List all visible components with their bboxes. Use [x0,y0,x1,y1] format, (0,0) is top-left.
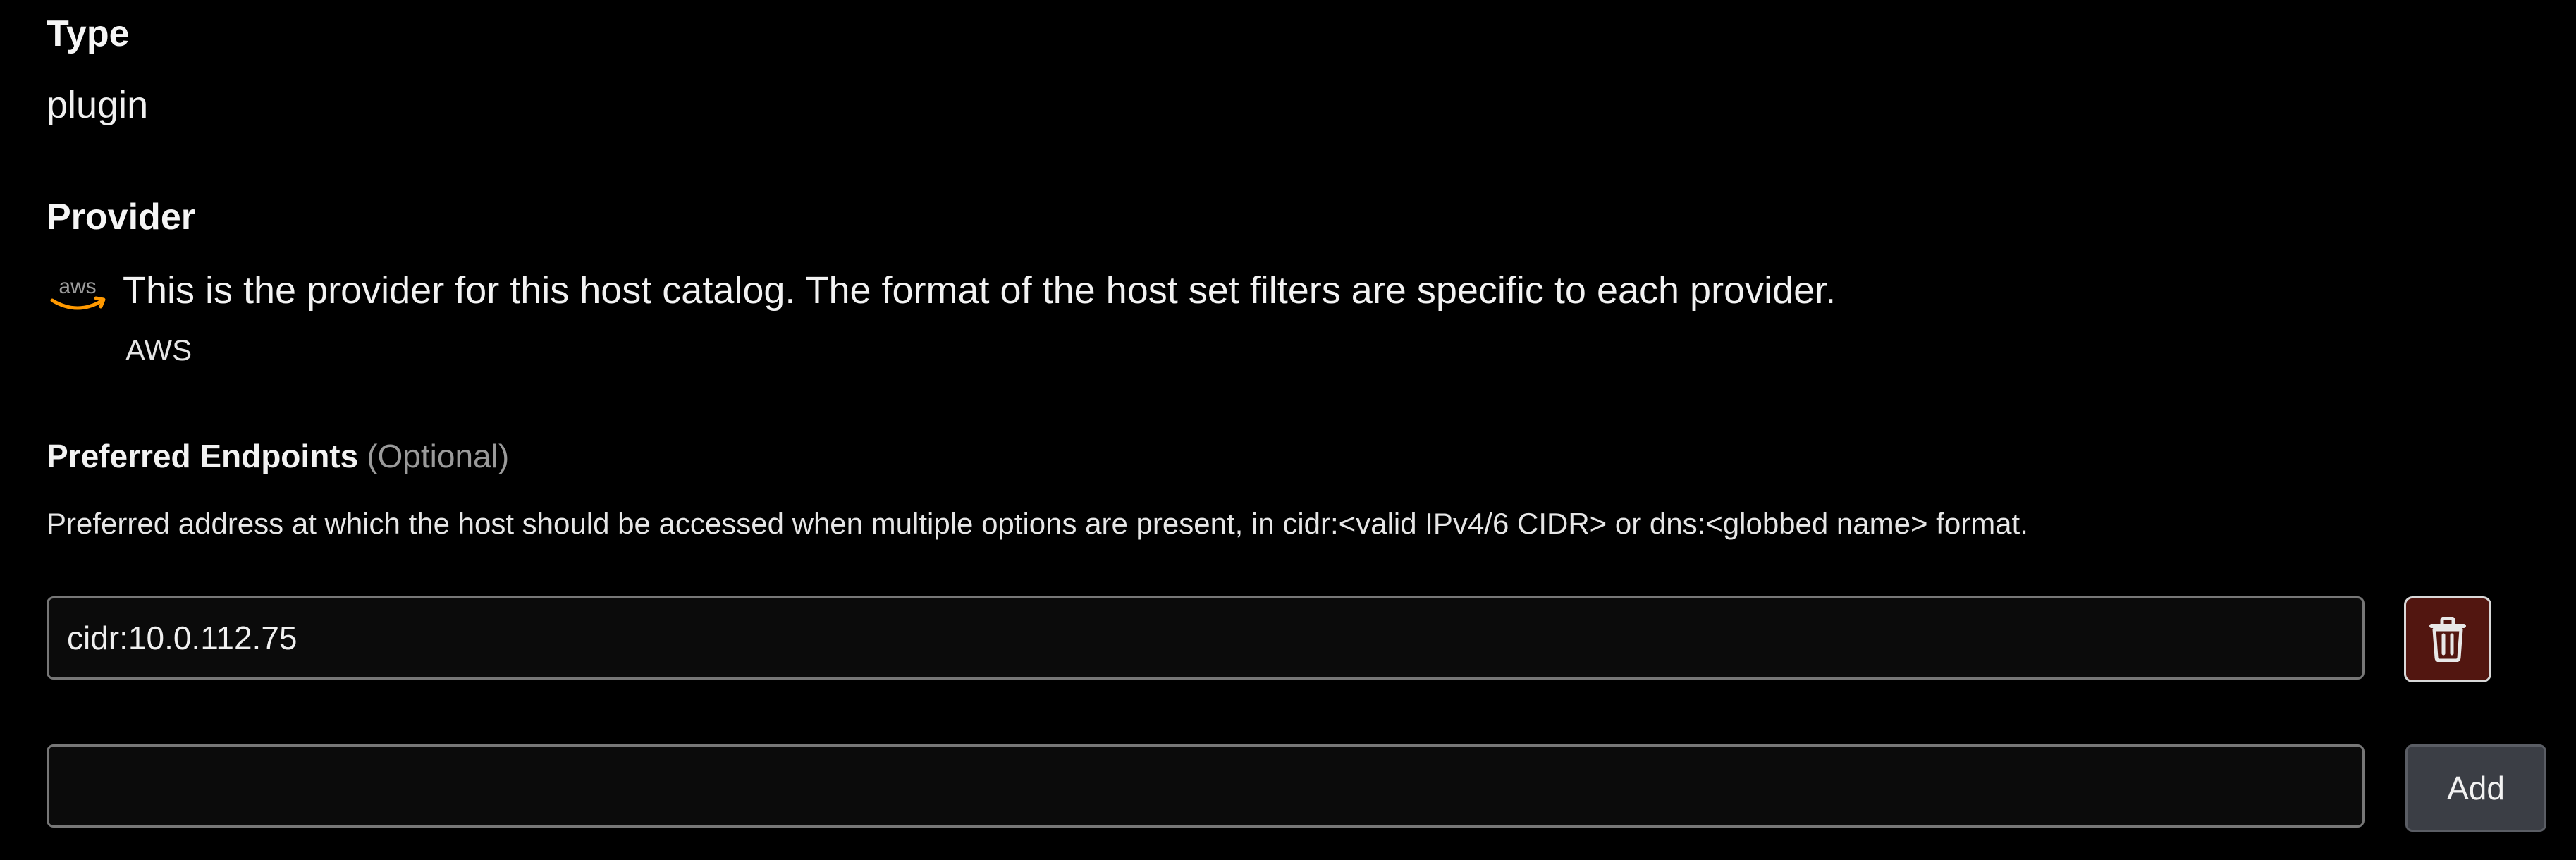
preferred-endpoint-input[interactable] [47,596,2365,680]
preferred-endpoints-title: Preferred Endpoints [47,438,359,474]
host-catalog-details: Type plugin Provider aws This is the pro… [0,0,2576,860]
optional-tag: (Optional) [367,438,510,474]
aws-logo-icon: aws [50,275,106,310]
provider-row: aws This is the provider for this host c… [47,268,1836,317]
provider-title: Provider [47,197,195,238]
aws-logo-text: aws [59,275,96,298]
new-endpoint-input[interactable] [47,744,2365,828]
preferred-endpoints-label: Preferred Endpoints (Optional) [47,440,509,472]
provider-description: This is the provider for this host catal… [123,269,1836,312]
add-endpoint-button[interactable]: Add [2405,744,2546,832]
provider-name: AWS [125,333,192,367]
preferred-endpoints-help: Preferred address at which the host shou… [47,507,2028,540]
delete-endpoint-button[interactable] [2404,596,2491,682]
type-title: Type [47,13,130,54]
trash-icon [2429,617,2466,662]
type-value: plugin [47,84,149,126]
